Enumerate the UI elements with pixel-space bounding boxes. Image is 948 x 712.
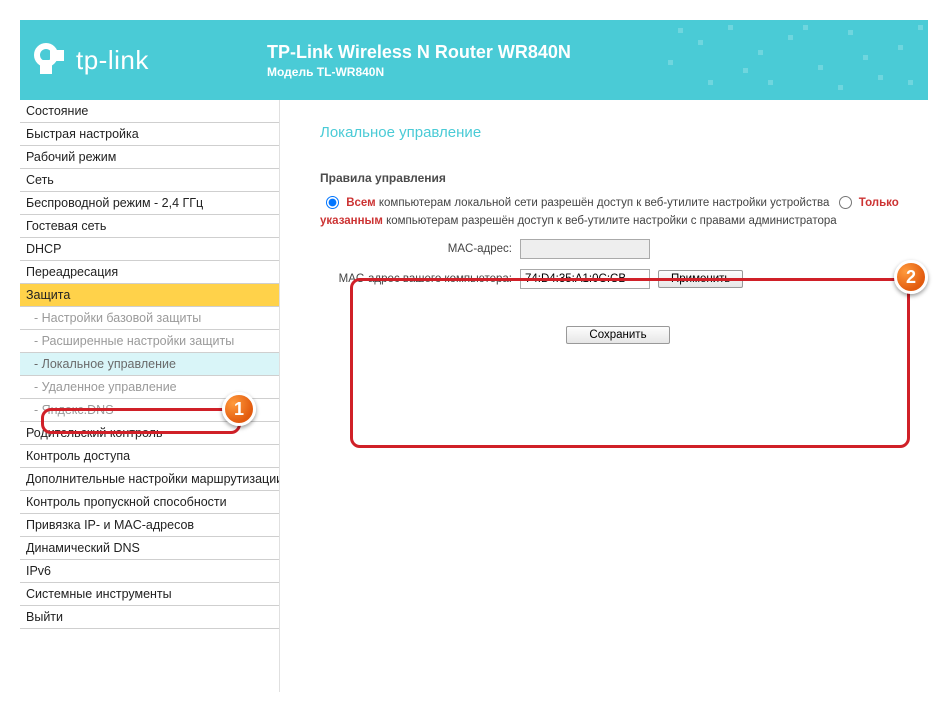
sidebar-item-4[interactable]: Беспроводной режим - 2,4 ГГц bbox=[20, 192, 279, 215]
sidebar-item-21[interactable]: Системные инструменты bbox=[20, 583, 279, 606]
sidebar-item-1[interactable]: Быстрая настройка bbox=[20, 123, 279, 146]
brand-text: tp-link bbox=[76, 45, 149, 76]
panel-heading: Правила управления bbox=[320, 171, 908, 185]
sidebar-item-15[interactable]: Контроль доступа bbox=[20, 445, 279, 468]
radio-all[interactable] bbox=[326, 196, 339, 209]
apply-button[interactable]: Применить bbox=[658, 270, 743, 288]
header-subtitle: Модель TL-WR840N bbox=[267, 65, 571, 79]
radio-only-rest: компьютерам разрешён доступ к веб-утилит… bbox=[383, 215, 837, 227]
app-frame: tp-link TP-Link Wireless N Router WR840N… bbox=[20, 20, 928, 692]
sidebar-item-2[interactable]: Рабочий режим bbox=[20, 146, 279, 169]
save-row: Сохранить bbox=[320, 325, 908, 344]
radio-only[interactable] bbox=[839, 196, 852, 209]
sidebar-item-11[interactable]: - Локальное управление bbox=[20, 353, 279, 376]
radio-row-all[interactable]: Всем компьютерам локальной сети разрешён… bbox=[320, 194, 833, 212]
radio-all-strong: Всем bbox=[346, 197, 375, 209]
callout-badge-2: 2 bbox=[894, 260, 928, 294]
sidebar-item-6[interactable]: DHCP bbox=[20, 238, 279, 261]
sidebar-item-8[interactable]: Защита bbox=[20, 284, 279, 307]
sidebar-item-18[interactable]: Привязка IP- и MAC-адресов bbox=[20, 514, 279, 537]
header-title: TP-Link Wireless N Router WR840N bbox=[267, 42, 571, 63]
sidebar-item-7[interactable]: Переадресация bbox=[20, 261, 279, 284]
body: СостояниеБыстрая настройкаРабочий режимС… bbox=[20, 100, 928, 692]
save-button[interactable]: Сохранить bbox=[566, 326, 669, 344]
your-mac-label: MAC-адрес вашего компьютера: bbox=[320, 273, 520, 285]
sidebar-item-0[interactable]: Состояние bbox=[20, 100, 279, 123]
sidebar-item-17[interactable]: Контроль пропускной способности bbox=[20, 491, 279, 514]
sidebar-item-16[interactable]: Дополнительные настройки маршрутизации bbox=[20, 468, 279, 491]
radio-all-rest: компьютерам локальной сети разрешён дост… bbox=[376, 197, 830, 209]
mac-row: MAC-адрес: bbox=[320, 239, 908, 259]
mac-label: MAC-адрес: bbox=[320, 243, 520, 255]
header-decoration bbox=[648, 20, 928, 100]
rules-panel: Правила управления Всем компьютерам лока… bbox=[320, 171, 908, 344]
sidebar-item-10[interactable]: - Расширенные настройки защиты bbox=[20, 330, 279, 353]
sidebar-item-22[interactable]: Выйти bbox=[20, 606, 279, 629]
sidebar-item-20[interactable]: IPv6 bbox=[20, 560, 279, 583]
content-area: Локальное управление Правила управления … bbox=[280, 100, 928, 692]
header: tp-link TP-Link Wireless N Router WR840N… bbox=[20, 20, 928, 100]
tplink-icon bbox=[32, 42, 68, 78]
sidebar-item-19[interactable]: Динамический DNS bbox=[20, 537, 279, 560]
brand-logo: tp-link bbox=[32, 42, 232, 78]
callout-badge-1: 1 bbox=[222, 392, 256, 426]
your-mac-input[interactable] bbox=[520, 269, 650, 289]
sidebar-item-9[interactable]: - Настройки базовой защиты bbox=[20, 307, 279, 330]
your-mac-row: MAC-адрес вашего компьютера: Применить bbox=[320, 269, 908, 289]
header-titles: TP-Link Wireless N Router WR840N Модель … bbox=[267, 42, 571, 79]
sidebar-item-5[interactable]: Гостевая сеть bbox=[20, 215, 279, 238]
page-title: Локальное управление bbox=[320, 124, 908, 141]
mac-input[interactable] bbox=[520, 239, 650, 259]
sidebar-item-3[interactable]: Сеть bbox=[20, 169, 279, 192]
